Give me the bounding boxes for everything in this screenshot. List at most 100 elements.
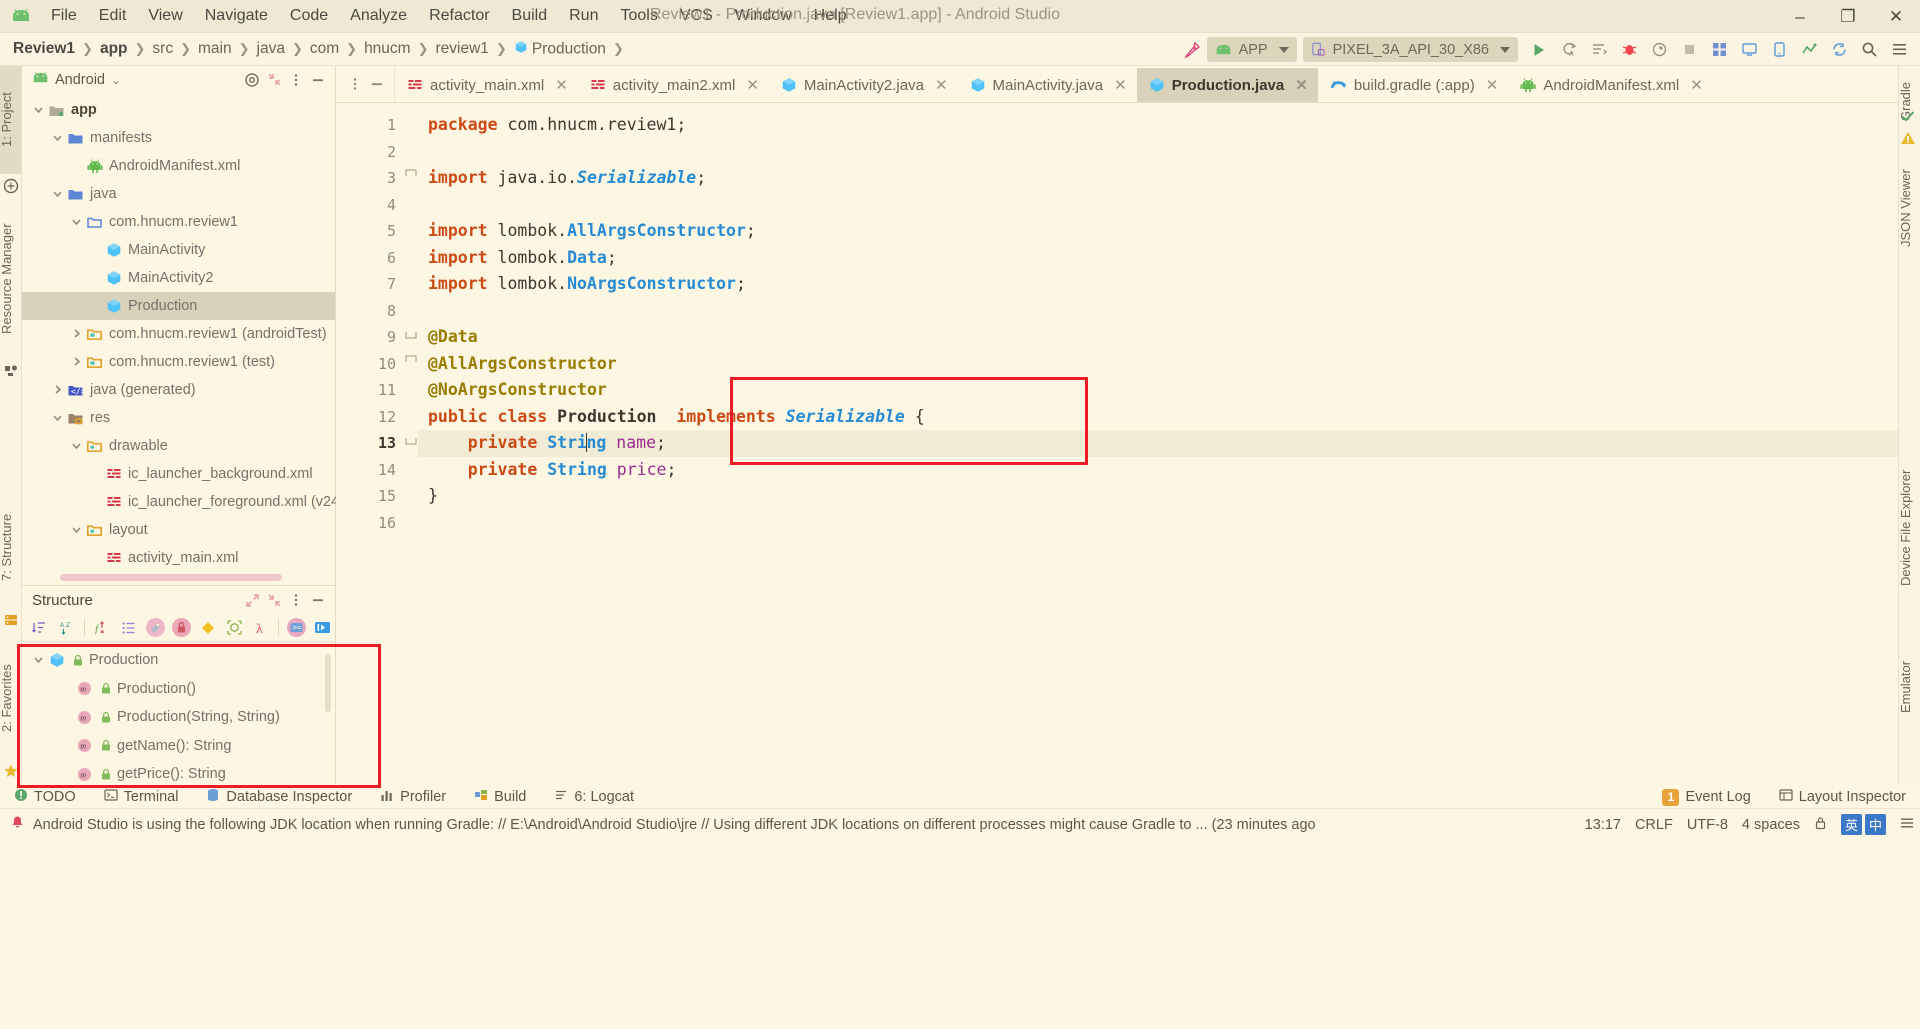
fold-marker-class-end[interactable] [405,433,417,451]
line-number[interactable]: 13 [336,430,396,457]
line-number[interactable]: 16 [336,510,396,537]
stripe-item-json-viewer[interactable]: JSON Viewer [1898,148,1920,268]
code-line[interactable]: import lombok.AllArgsConstructor; [428,218,1898,245]
fold-marker-import[interactable] [405,167,417,185]
menu-refactor[interactable]: Refactor [418,3,500,29]
structure-tree-item[interactable]: m getName(): String [22,732,335,761]
project-view-selector[interactable]: Android ⌄ [32,72,121,88]
tool-window-todo[interactable]: TODO [0,784,90,810]
show-anonymous-icon[interactable] [196,616,220,640]
menu-build[interactable]: Build [501,3,559,29]
chevron-down-icon[interactable] [51,187,65,201]
close-button[interactable]: ✕ [1872,0,1920,33]
project-tree-item[interactable]: app [22,96,335,124]
tool-window-build[interactable]: Build [460,784,540,810]
collapse-all-icon[interactable] [263,69,285,91]
locate-icon[interactable] [241,69,263,91]
layout-inspector-icon[interactable] [1704,36,1734,64]
line-number[interactable]: 15 [336,483,396,510]
code-line[interactable] [428,510,1898,537]
code-line[interactable]: @AllArgsConstructor [428,351,1898,378]
stripe-item-project[interactable]: 1: Project [0,66,21,174]
options-icon[interactable] [285,589,307,611]
line-number[interactable]: 4 [336,192,396,219]
breadcrumb-item-main[interactable]: main [195,38,235,60]
editor-tab[interactable]: Production.java ✕ [1136,68,1318,102]
chevron-right-icon[interactable] [70,327,84,341]
line-number[interactable]: 1 [336,112,396,139]
device-selector[interactable]: PIXEL_3A_API_30_X86 [1302,37,1518,62]
profile-icon[interactable] [1644,36,1674,64]
project-tree-item[interactable]: java [22,180,335,208]
gradle-stripe-icon[interactable] [3,178,19,194]
sort-alphabetically-icon[interactable]: AZ [54,616,78,640]
line-number[interactable]: 10 [336,351,396,378]
code-line[interactable]: import lombok.NoArgsConstructor; [428,271,1898,298]
chevron-down-icon[interactable] [32,653,46,667]
breadcrumb-item-src[interactable]: src [149,38,176,60]
expand-icon[interactable]: >= [284,616,308,640]
close-tab-icon[interactable]: ✕ [746,76,759,94]
editor-tab[interactable]: MainActivity.java ✕ [958,68,1137,102]
project-tree-item[interactable]: res [22,404,335,432]
status-encoding[interactable]: UTF-8 [1687,817,1728,833]
project-tree-item[interactable]: manifests [22,124,335,152]
project-tree-item[interactable]: drawable [22,432,335,460]
chevron-down-icon[interactable] [51,131,65,145]
stripe-item-emulator[interactable]: Emulator [1898,632,1920,742]
close-tab-icon[interactable]: ✕ [935,76,948,94]
code-line[interactable]: import lombok.Data; [428,245,1898,272]
show-lambdas-icon[interactable] [222,616,246,640]
line-number[interactable]: 2 [336,139,396,166]
hammer-icon[interactable] [1177,36,1207,64]
stop-icon[interactable] [1674,36,1704,64]
editor-tab[interactable]: activity_main.xml ✕ [395,68,578,102]
line-number[interactable]: 11 [336,377,396,404]
code-line[interactable] [428,139,1898,166]
hide-icon[interactable] [307,69,329,91]
code-line[interactable] [428,192,1898,219]
code-line[interactable] [428,298,1898,325]
tool-window-event-log[interactable]: 1 Event Log [1648,784,1764,810]
project-tree-item[interactable]: ic_launcher_foreground.xml (v24) [22,488,344,516]
close-tab-icon[interactable]: ✕ [1486,76,1499,94]
editor-tab[interactable]: AndroidManifest.xml ✕ [1508,68,1712,102]
ime-indicator[interactable]: 英 中 [1840,814,1886,835]
project-horizontal-scrollbar[interactable] [60,574,282,581]
stripe-item-favorites[interactable]: 2: Favorites [0,638,21,758]
show-properties-icon[interactable] [116,616,140,640]
stripe-item-device-file-explorer[interactable]: Device File Explorer [1898,438,1920,618]
lambda-icon[interactable]: λ [249,616,273,640]
run-icon[interactable] [1524,36,1554,64]
code-line[interactable]: } [428,483,1898,510]
structure-tree-item[interactable]: Production [22,646,335,675]
stripe-item-structure[interactable]: 7: Structure [0,486,21,608]
menu-run[interactable]: Run [558,3,609,29]
project-tree-item[interactable]: com.hnucm.review1 (androidTest) [22,320,335,348]
debug-icon[interactable] [1614,36,1644,64]
fold-marker-imports[interactable] [405,327,417,345]
menu-navigate[interactable]: Navigate [194,3,279,29]
code-line[interactable]: private String price; [428,457,1898,484]
status-indent[interactable]: 4 spaces [1742,817,1800,833]
sdk-manager-icon[interactable] [1794,36,1824,64]
menu-code[interactable]: Code [279,3,339,29]
menu-analyze[interactable]: Analyze [339,3,418,29]
show-non-public-icon[interactable] [143,616,167,640]
menu-view[interactable]: View [137,3,193,29]
project-tree-item[interactable]: MainActivity2 [22,264,335,292]
navigate-icon[interactable] [311,616,335,640]
lock-icon[interactable] [1814,816,1827,834]
options-icon[interactable] [285,69,307,91]
breadcrumb-item-hnucm[interactable]: hnucm [361,38,414,60]
editor-tab[interactable]: build.gradle (:app) ✕ [1318,68,1509,102]
line-number[interactable]: 6 [336,245,396,272]
breadcrumb-item-production[interactable]: Production [511,38,609,61]
code-line[interactable]: public class Production implements Seria… [428,404,1898,431]
line-number[interactable]: 3 [336,165,396,192]
gradle-sync-icon[interactable] [1824,36,1854,64]
project-tree-item[interactable]: MainActivity [22,236,335,264]
stripe-item-resource-manager[interactable]: Resource Manager [0,204,21,354]
chevron-down-icon[interactable] [70,215,84,229]
code-line[interactable]: import java.io.Serializable; [428,165,1898,192]
